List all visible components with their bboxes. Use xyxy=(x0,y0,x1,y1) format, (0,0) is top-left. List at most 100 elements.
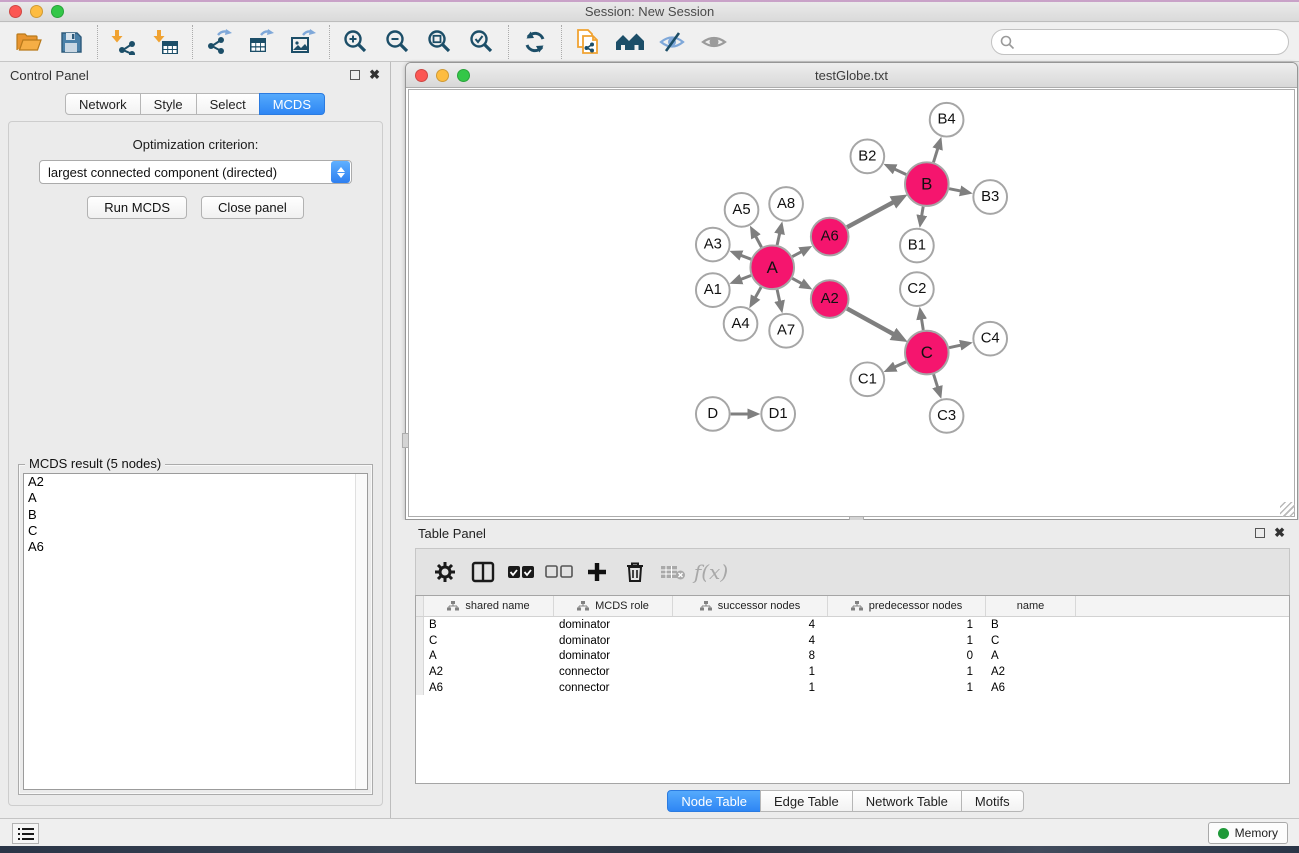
table-cell[interactable]: dominator xyxy=(554,635,673,647)
table-row[interactable]: A2connector11A2 xyxy=(416,664,1289,680)
tab-motifs[interactable]: Motifs xyxy=(961,790,1024,812)
edge-A-A2[interactable] xyxy=(792,278,802,283)
table-cell[interactable]: 1 xyxy=(673,666,828,678)
edge-A-A6[interactable] xyxy=(792,252,801,257)
node-C2[interactable]: C2 xyxy=(900,272,934,306)
node-B2[interactable]: B2 xyxy=(851,140,885,174)
edge-A-A5[interactable] xyxy=(756,236,762,247)
table-cell[interactable]: A2 xyxy=(986,666,1076,678)
edge-A2-C[interactable] xyxy=(847,309,894,335)
zoom-in-icon[interactable] xyxy=(335,25,377,59)
zoom-selected-icon[interactable] xyxy=(461,25,503,59)
memory-button[interactable]: Memory xyxy=(1208,822,1288,844)
import-table-icon[interactable] xyxy=(145,25,187,59)
zoom-fit-icon[interactable] xyxy=(419,25,461,59)
edge-A-A8[interactable] xyxy=(777,233,780,245)
mcds-list-scrollbar[interactable] xyxy=(355,474,367,789)
table-cell[interactable]: B xyxy=(424,619,554,631)
table-row[interactable]: A6connector11A6 xyxy=(416,680,1289,696)
export-network-icon[interactable] xyxy=(198,25,240,59)
split-columns-icon[interactable] xyxy=(464,553,502,591)
column-header-mcds-role[interactable]: MCDS role xyxy=(554,596,673,616)
edge-C-C2[interactable] xyxy=(921,318,923,330)
close-table-panel-icon[interactable]: ✖ xyxy=(1274,528,1285,538)
export-image-icon[interactable] xyxy=(282,25,324,59)
table-cell[interactable]: connector xyxy=(554,682,673,694)
node-A8[interactable]: A8 xyxy=(769,187,803,221)
tab-style[interactable]: Style xyxy=(140,93,197,115)
criterion-select[interactable]: largest connected component (directed) xyxy=(39,160,352,184)
edge-A-A7[interactable] xyxy=(777,290,780,302)
column-header-successor-nodes[interactable]: successor nodes xyxy=(673,596,828,616)
save-icon[interactable] xyxy=(50,25,92,59)
network-canvas[interactable]: B4B2BB3A5A8A6A3B1AA1C2A2A4A7C4CC1C3DD1 xyxy=(408,89,1295,517)
table-cell[interactable]: A2 xyxy=(424,666,554,678)
edge-A6-B[interactable] xyxy=(847,202,894,227)
checked-boxes-icon[interactable] xyxy=(502,553,540,591)
close-panel-button[interactable]: Close panel xyxy=(201,196,304,219)
zoom-out-icon[interactable] xyxy=(377,25,419,59)
column-header-name[interactable]: name xyxy=(986,596,1076,616)
node-A3[interactable]: A3 xyxy=(696,228,730,262)
table-cell[interactable]: dominator xyxy=(554,650,673,662)
table-cell[interactable]: C xyxy=(986,635,1076,647)
mcds-result-item[interactable]: C xyxy=(24,523,367,539)
edge-B-B1[interactable] xyxy=(922,207,924,217)
column-header-shared-name[interactable]: shared name xyxy=(424,596,554,616)
table-cell[interactable]: 1 xyxy=(828,619,986,631)
table-row[interactable]: Bdominator41B xyxy=(416,617,1289,633)
node-D1[interactable]: D1 xyxy=(761,397,795,431)
gear-icon[interactable] xyxy=(426,553,464,591)
home-icon[interactable] xyxy=(609,25,651,59)
delete-table-icon[interactable] xyxy=(654,553,692,591)
float-table-panel-icon[interactable] xyxy=(1255,528,1265,538)
table-cell[interactable]: B xyxy=(986,619,1076,631)
column-header-predecessor-nodes[interactable]: predecessor nodes xyxy=(828,596,986,616)
table-cell[interactable]: connector xyxy=(554,666,673,678)
node-B4[interactable]: B4 xyxy=(930,103,964,137)
node-B1[interactable]: B1 xyxy=(900,229,934,263)
table-cell[interactable]: 8 xyxy=(673,650,828,662)
edge-A-A3[interactable] xyxy=(741,255,751,259)
table-cell[interactable]: 1 xyxy=(673,682,828,694)
export-table-icon[interactable] xyxy=(240,25,282,59)
mcds-result-item[interactable]: A xyxy=(24,490,367,506)
node-B[interactable]: B xyxy=(905,162,949,206)
node-C4[interactable]: C4 xyxy=(973,322,1007,356)
node-A7[interactable]: A7 xyxy=(769,314,803,348)
node-A5[interactable]: A5 xyxy=(725,193,759,227)
add-column-icon[interactable] xyxy=(578,553,616,591)
node-A4[interactable]: A4 xyxy=(724,307,758,341)
edge-B-B4[interactable] xyxy=(933,148,937,162)
network-window-titlebar[interactable]: testGlobe.txt xyxy=(406,63,1297,88)
tab-select[interactable]: Select xyxy=(196,93,260,115)
table-cell[interactable]: A xyxy=(986,650,1076,662)
node-B3[interactable]: B3 xyxy=(973,180,1007,214)
tab-network[interactable]: Network xyxy=(65,93,141,115)
node-C1[interactable]: C1 xyxy=(851,362,885,396)
search-field[interactable] xyxy=(991,29,1289,55)
table-cell[interactable]: 1 xyxy=(828,666,986,678)
tab-network-table[interactable]: Network Table xyxy=(852,790,962,812)
node-A[interactable]: A xyxy=(750,246,794,290)
run-mcds-button[interactable]: Run MCDS xyxy=(87,196,187,219)
eye-show-icon[interactable] xyxy=(693,25,735,59)
node-D[interactable]: D xyxy=(696,397,730,431)
task-history-button[interactable] xyxy=(12,823,39,844)
table-cell[interactable]: 1 xyxy=(828,635,986,647)
table-cell[interactable]: A xyxy=(424,650,554,662)
table-cell[interactable]: 0 xyxy=(828,650,986,662)
mcds-result-item[interactable]: B xyxy=(24,507,367,523)
mcds-result-item[interactable]: A6 xyxy=(24,539,367,555)
network-document-icon[interactable] xyxy=(567,25,609,59)
refresh-icon[interactable] xyxy=(514,25,556,59)
node-A1[interactable]: A1 xyxy=(696,273,730,307)
edge-C-C1[interactable] xyxy=(894,362,906,367)
unchecked-boxes-icon[interactable] xyxy=(540,553,578,591)
node-A2[interactable]: A2 xyxy=(811,280,849,318)
edge-C-C3[interactable] xyxy=(934,374,938,387)
close-panel-icon[interactable]: ✖ xyxy=(369,70,380,80)
table-row[interactable]: Cdominator41C xyxy=(416,633,1289,649)
table-cell[interactable]: 1 xyxy=(828,682,986,694)
edge-A-A1[interactable] xyxy=(741,275,751,279)
